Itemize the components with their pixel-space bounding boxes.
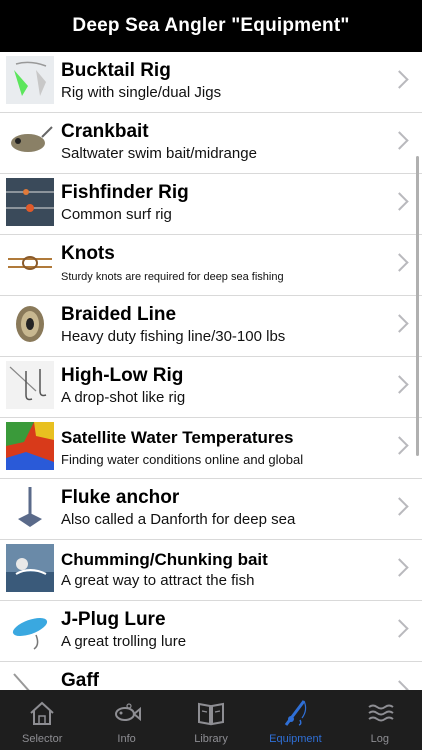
- tab-log[interactable]: Log: [338, 690, 422, 750]
- list-item-bucktail-rig[interactable]: Bucktail Rig Rig with single/dual Jigs: [0, 52, 422, 113]
- item-title: Braided Line: [61, 304, 177, 325]
- tab-label: Equipment: [269, 733, 322, 745]
- waves-icon: [368, 704, 394, 722]
- tab-label: Info: [117, 733, 136, 745]
- list-item-satellite-water-temperatures[interactable]: Satellite Water Temperatures Finding wat…: [0, 418, 422, 479]
- chumming-bait-thumbnail: [6, 544, 54, 592]
- item-title: High-Low Rig: [61, 365, 184, 386]
- braided-line-thumbnail: [6, 300, 54, 348]
- chevron-right-icon: [390, 680, 409, 690]
- list-item-fishfinder-rig[interactable]: Fishfinder Rig Common surf rig: [0, 174, 422, 235]
- chevron-right-icon: [390, 253, 409, 272]
- item-title: Satellite Water Temperatures: [61, 428, 294, 447]
- item-title: Chumming/Chunking bait: [61, 550, 268, 569]
- item-subtitle: Finding water conditions online and glob…: [61, 452, 304, 467]
- item-subtitle: A great way to attract the fish: [61, 572, 255, 589]
- tab-selector[interactable]: Selector: [0, 690, 84, 750]
- list-item-fluke-anchor[interactable]: Fluke anchor Also called a Danforth for …: [0, 479, 422, 540]
- chevron-right-icon: [390, 375, 409, 394]
- list-item-crankbait[interactable]: Crankbait Saltwater swim bait/midrange: [0, 113, 422, 174]
- fishfinder-rig-thumbnail: [6, 178, 54, 226]
- item-title: Gaff: [61, 670, 99, 690]
- gaff-thumbnail: [6, 666, 54, 690]
- page-title: Deep Sea Angler "Equipment": [72, 15, 350, 36]
- item-subtitle: Sturdy knots are required for deep sea f…: [61, 271, 284, 283]
- list-item-high-low-rig[interactable]: High-Low Rig A drop-shot like rig: [0, 357, 422, 418]
- list-item-gaff[interactable]: Gaff: [0, 662, 422, 690]
- list-item-knots[interactable]: Knots Sturdy knots are required for deep…: [0, 235, 422, 296]
- item-title: Crankbait: [61, 121, 149, 142]
- scrollbar[interactable]: [416, 156, 419, 456]
- tab-library[interactable]: Library: [169, 690, 253, 750]
- tab-info[interactable]: Info: [84, 690, 168, 750]
- tab-label: Selector: [22, 733, 63, 745]
- chevron-right-icon: [390, 619, 409, 638]
- fishing-rod-icon: [285, 700, 307, 726]
- item-title: Bucktail Rig: [61, 60, 171, 81]
- equipment-list[interactable]: Bucktail Rig Rig with single/dual Jigs C…: [0, 52, 422, 690]
- book-icon: [198, 702, 225, 726]
- chevron-right-icon: [390, 70, 409, 89]
- chevron-right-icon: [390, 558, 409, 577]
- item-subtitle: Also called a Danforth for deep sea: [61, 511, 296, 528]
- item-subtitle: A great trolling lure: [61, 633, 187, 650]
- chevron-right-icon: [390, 131, 409, 150]
- knots-thumbnail: [6, 239, 54, 287]
- item-subtitle: A drop-shot like rig: [61, 389, 186, 406]
- high-low-rig-thumbnail: [6, 361, 54, 409]
- fish-info-icon: [114, 703, 141, 722]
- item-subtitle: Heavy duty fishing line/30-100 lbs: [61, 328, 286, 345]
- item-title: Knots: [61, 243, 115, 264]
- tab-label: Log: [370, 733, 389, 745]
- crankbait-thumbnail: [6, 117, 54, 165]
- list-item-j-plug-lure[interactable]: J-Plug Lure A great trolling lure: [0, 601, 422, 662]
- chevron-right-icon: [390, 497, 409, 516]
- bucktail-rig-thumbnail: [6, 56, 54, 104]
- tab-bar: Selector Info Library Equipment Log: [0, 690, 422, 750]
- chevron-right-icon: [390, 192, 409, 211]
- chevron-right-icon: [390, 314, 409, 333]
- house-icon: [30, 701, 54, 725]
- item-subtitle: Common surf rig: [61, 206, 172, 223]
- j-plug-lure-thumbnail: [6, 605, 54, 653]
- nav-header: Deep Sea Angler "Equipment": [0, 0, 422, 52]
- list-item-braided-line[interactable]: Braided Line Heavy duty fishing line/30-…: [0, 296, 422, 357]
- item-title: Fluke anchor: [61, 487, 180, 508]
- chevron-right-icon: [390, 436, 409, 455]
- item-title: Fishfinder Rig: [61, 182, 189, 203]
- tab-equipment[interactable]: Equipment: [253, 690, 337, 750]
- item-title: J-Plug Lure: [61, 609, 166, 630]
- fluke-anchor-thumbnail: [6, 483, 54, 531]
- item-subtitle: Rig with single/dual Jigs: [61, 84, 222, 101]
- item-subtitle: Saltwater swim bait/midrange: [61, 145, 257, 162]
- tab-label: Library: [194, 733, 228, 745]
- list-item-chumming-chunking-bait[interactable]: Chumming/Chunking bait A great way to at…: [0, 540, 422, 601]
- satellite-water-temperatures-thumbnail: [6, 422, 54, 470]
